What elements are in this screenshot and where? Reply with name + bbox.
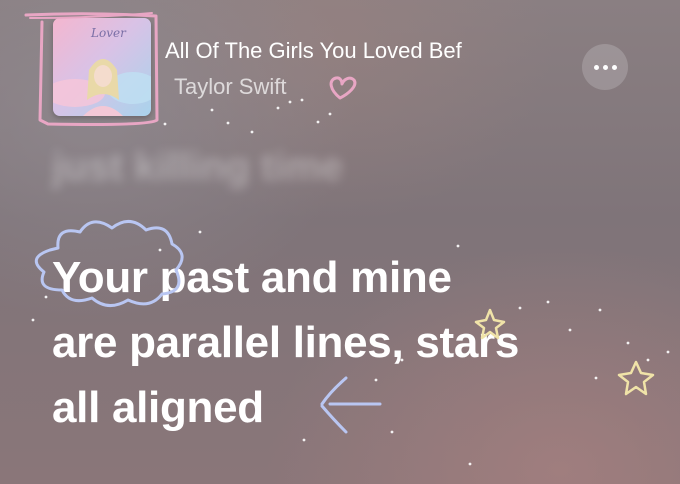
more-options-button[interactable] <box>582 44 628 90</box>
more-ellipsis-icon-dot-2 <box>602 64 608 70</box>
current-lyric-line-1[interactable]: Your past and mine <box>52 253 452 303</box>
album-art-script-text: Lover <box>91 26 126 40</box>
more-ellipsis-icon-dot-3 <box>611 64 617 70</box>
previous-lyric-line[interactable]: just killing time <box>52 145 343 190</box>
album-artwork[interactable]: Lover <box>53 18 151 116</box>
current-lyric-line-2[interactable]: are parallel lines, stars <box>52 318 519 368</box>
more-ellipsis-icon <box>593 64 599 70</box>
heart-doodle-icon <box>329 76 357 100</box>
song-title[interactable]: All Of The Girls You Loved Bef <box>165 38 555 64</box>
arrow-doodle-icon <box>320 376 382 434</box>
star-doodle-icon-2 <box>617 360 655 396</box>
artist-name[interactable]: Taylor Swift <box>174 74 286 100</box>
current-lyric-line-3[interactable]: all aligned <box>52 383 264 433</box>
